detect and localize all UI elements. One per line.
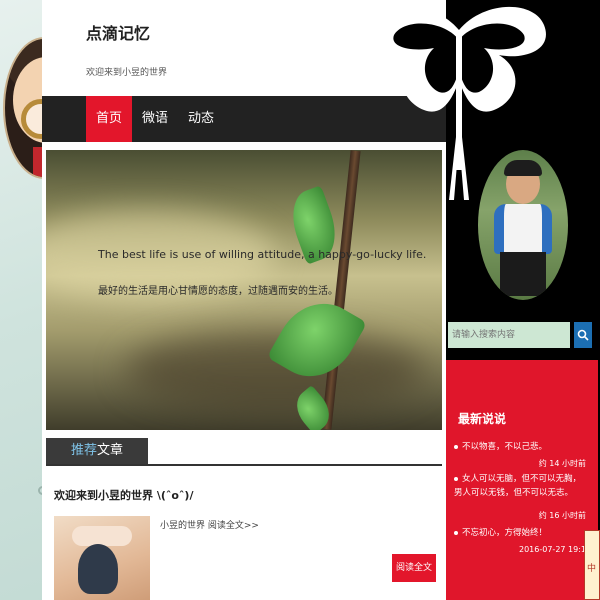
scroll-decoration: 中 <box>584 530 600 600</box>
nav-item-weiyu[interactable]: 微语 <box>132 96 178 142</box>
latest-item[interactable]: 女人可以无脑，但不可以无胸， 男人可以无钱，但不可以无志。 <box>454 472 592 500</box>
banner-quote-chinese: 最好的生活是用心甘情愿的态度，过随遇而安的生活。 <box>98 286 338 297</box>
nav-item-home[interactable]: 首页 <box>86 96 133 142</box>
tab-recommended-articles[interactable]: 推荐文章 <box>46 438 148 464</box>
search-icon <box>577 329 589 341</box>
post-title[interactable]: 欢迎来到小昱的世界 \(ˆoˆ)/ <box>54 487 193 503</box>
latest-item-text: 不忘初心，方得始终！ <box>462 528 548 538</box>
latest-item[interactable]: 不以物喜，不以己悲。 <box>454 440 592 454</box>
sidebar: 最新说说 不以物喜，不以己悲。 约 14 小时前 女人可以无脑，但不可以无胸， … <box>372 0 600 600</box>
profile-photo[interactable] <box>478 150 568 300</box>
bullet-icon <box>454 530 458 535</box>
section-header: 推荐文章 <box>46 438 442 466</box>
post-excerpt: 小昱的世界 阅读全文>> <box>160 521 259 531</box>
site-subtitle: 欢迎来到小昱的世界 <box>86 68 168 78</box>
section-tab-highlight: 推荐 <box>70 443 97 458</box>
search-input[interactable] <box>448 322 570 348</box>
section-tab-label: 文章 <box>97 443 124 458</box>
latest-posts-panel: 最新说说 不以物喜，不以己悲。 约 14 小时前 女人可以无脑，但不可以无胸， … <box>446 360 598 600</box>
latest-item-text: 女人可以无脑，但不可以无胸， 男人可以无钱，但不可以无志。 <box>454 474 582 498</box>
site-title[interactable]: 点滴记忆 <box>86 20 150 44</box>
post-thumbnail[interactable] <box>54 516 150 600</box>
latest-item-time: 约 14 小时前 <box>538 459 586 468</box>
nav-item-dongtai[interactable]: 动态 <box>178 96 224 142</box>
latest-item[interactable]: 不忘初心，方得始终！ <box>454 526 592 540</box>
latest-item-time: 约 16 小时前 <box>538 511 586 520</box>
latest-posts-title: 最新说说 <box>458 412 507 426</box>
bullet-icon <box>454 476 458 481</box>
search-button[interactable] <box>574 322 592 348</box>
scroll-decoration-char: 中 <box>587 564 597 574</box>
bullet-icon <box>454 444 458 449</box>
read-more-button[interactable]: 阅读全文>> <box>392 554 436 600</box>
banner-quote-english: The best life is use of willing attitude… <box>98 248 427 261</box>
latest-item-time: 2016-07-27 19:1 <box>519 545 586 554</box>
latest-item-text: 不以物喜，不以己悲。 <box>462 442 548 452</box>
